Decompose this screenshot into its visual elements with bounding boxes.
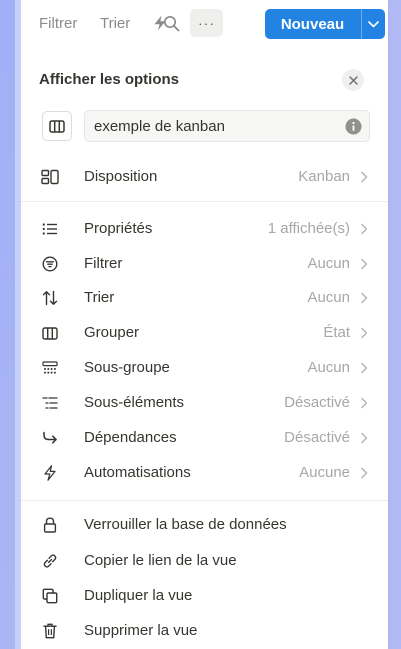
settings-row-filter[interactable]: Filtrer Aucun <box>29 248 380 280</box>
columns-icon <box>41 324 59 342</box>
settings-row-value: Aucun <box>307 255 350 272</box>
action-row-duplicate[interactable]: Dupliquer la vue <box>29 580 380 612</box>
settings-row-value: Aucun <box>307 289 350 306</box>
settings-row-label: Propriétés <box>84 220 153 237</box>
action-row-copy-link[interactable]: Copier le lien de la vue <box>29 545 380 577</box>
settings-row-group[interactable]: Grouper État <box>29 317 380 349</box>
chevron-right-icon <box>358 223 370 235</box>
settings-row-label: Dépendances <box>84 429 177 446</box>
settings-row-sort[interactable]: Trier Aucun <box>29 282 380 314</box>
settings-row-label: Sous-groupe <box>84 359 170 376</box>
view-options-panel: Filtrer Trier ··· Nouveau Afficher les o… <box>21 0 388 649</box>
action-row-label: Dupliquer la vue <box>84 587 193 604</box>
lock-icon <box>41 516 59 534</box>
settings-row-value: Désactivé <box>284 429 350 446</box>
chevron-down-icon[interactable] <box>362 9 385 39</box>
layout-value: Kanban <box>298 168 350 185</box>
columns-icon <box>49 119 65 133</box>
filter-icon <box>41 255 59 273</box>
duplicate-icon <box>41 587 59 605</box>
settings-row-dependencies[interactable]: Dépendances Désactivé <box>29 422 380 454</box>
dependency-icon <box>41 429 59 447</box>
chevron-right-icon <box>358 258 370 270</box>
layout-row[interactable]: Disposition Kanban <box>29 161 380 193</box>
layout-icon <box>41 168 59 186</box>
settings-row-label: Trier <box>84 289 115 306</box>
settings-row-value: Aucun <box>307 359 350 376</box>
settings-row-label: Filtrer <box>84 255 123 272</box>
chevron-right-icon <box>358 397 370 409</box>
settings-row-value: Désactivé <box>284 394 350 411</box>
link-icon <box>41 552 59 570</box>
action-row-label: Copier le lien de la vue <box>84 552 237 569</box>
sort-icon <box>41 289 59 307</box>
view-icon-picker[interactable] <box>42 111 72 141</box>
action-row-label: Supprimer la vue <box>84 622 198 639</box>
chevron-right-icon <box>358 362 370 374</box>
settings-row-value: État <box>323 324 350 341</box>
chevron-right-icon <box>358 292 370 304</box>
subitems-icon <box>41 394 59 412</box>
settings-row-label: Automatisations <box>84 464 191 481</box>
action-row-label: Verrouiller la base de données <box>84 516 287 533</box>
background-frame-right <box>389 0 401 649</box>
lightning-icon <box>41 464 59 482</box>
divider <box>21 500 388 501</box>
info-icon[interactable] <box>345 118 362 135</box>
close-icon[interactable] <box>342 69 364 91</box>
more-options-button[interactable]: ··· <box>190 9 223 37</box>
options-title: Afficher les options <box>39 71 180 88</box>
chevron-right-icon <box>358 432 370 444</box>
settings-row-properties[interactable]: Propriétés 1 affichée(s) <box>29 213 380 245</box>
divider <box>21 201 388 202</box>
settings-row-value: Aucune <box>299 464 350 481</box>
settings-row-automations[interactable]: Automatisations Aucune <box>29 457 380 489</box>
trash-icon <box>41 622 59 640</box>
action-row-delete[interactable]: Supprimer la vue <box>29 615 380 647</box>
settings-row-value: 1 affichée(s) <box>267 220 350 237</box>
layout-label: Disposition <box>84 168 158 185</box>
settings-row-subgroup[interactable]: Sous-groupe Aucun <box>29 352 380 384</box>
settings-row-label: Grouper <box>84 324 140 341</box>
settings-row-label: Sous-éléments <box>84 394 185 411</box>
subgroup-icon <box>41 359 59 377</box>
settings-row-subitems[interactable]: Sous-éléments Désactivé <box>29 387 380 419</box>
sort-button[interactable]: Trier <box>100 15 130 33</box>
new-button[interactable]: Nouveau <box>265 9 360 39</box>
chevron-right-icon <box>358 467 370 479</box>
view-name-input[interactable] <box>84 110 370 142</box>
search-icon[interactable] <box>160 12 182 34</box>
chevron-right-icon <box>358 327 370 339</box>
filter-button[interactable]: Filtrer <box>39 15 77 33</box>
chevron-right-icon <box>358 171 370 183</box>
action-row-lock-database[interactable]: Verrouiller la base de données <box>29 509 380 541</box>
database-toolbar: Filtrer Trier ··· Nouveau <box>21 0 388 47</box>
list-icon <box>41 220 59 238</box>
new-button-group: Nouveau <box>265 9 385 39</box>
